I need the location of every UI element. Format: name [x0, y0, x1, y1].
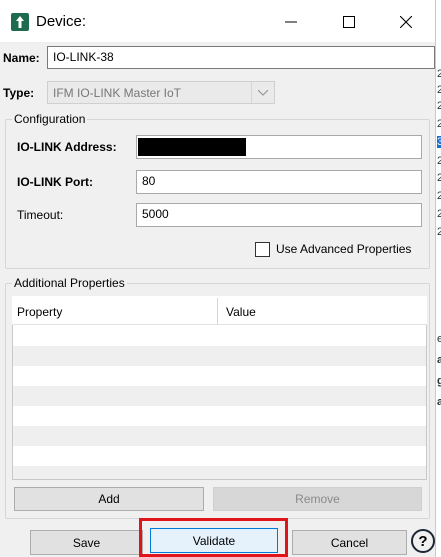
bg-text: 2	[437, 118, 441, 130]
bg-text: 2	[437, 172, 441, 184]
bg-text: 3	[437, 136, 441, 148]
io-link-port-input[interactable]: 80	[136, 170, 422, 194]
bg-text: 2	[437, 208, 441, 220]
bg-text: 2	[437, 155, 441, 167]
bg-text: 2	[437, 100, 441, 112]
additional-properties-legend: Additional Properties	[12, 276, 127, 290]
bg-text: e	[437, 333, 441, 345]
maximize-button[interactable]	[320, 0, 378, 43]
column-header-value[interactable]: Value	[226, 305, 256, 319]
bg-text: 2	[437, 68, 441, 80]
type-label: Type:	[3, 86, 35, 100]
io-link-address-label: IO-LINK Address:	[17, 140, 117, 154]
table-row[interactable]	[13, 406, 426, 426]
cancel-button[interactable]: Cancel	[292, 530, 407, 555]
maximize-icon	[343, 15, 355, 28]
save-button[interactable]: Save	[30, 530, 143, 555]
column-header-property[interactable]: Property	[17, 305, 62, 319]
help-icon[interactable]: ?	[411, 529, 435, 553]
device-app-icon	[11, 13, 29, 31]
bg-text: a	[437, 354, 441, 366]
table-row[interactable]	[13, 426, 426, 446]
column-divider[interactable]	[217, 298, 218, 324]
add-button[interactable]: Add	[14, 487, 204, 511]
io-link-port-label: IO-LINK Port:	[17, 175, 93, 189]
background-window-strip: 2 2 2 2 3 2 2 2 2 2 e a g a	[435, 0, 441, 557]
table-header	[12, 296, 427, 325]
bg-text: g	[437, 375, 441, 387]
type-select[interactable]: IFM IO-LINK Master IoT	[47, 81, 275, 104]
close-icon	[400, 15, 412, 28]
bg-text: 2	[437, 190, 441, 202]
remove-button[interactable]: Remove	[213, 487, 422, 511]
name-input[interactable]: IO-LINK-38	[47, 46, 435, 69]
name-label: Name:	[3, 51, 40, 65]
bg-text: 2	[437, 226, 441, 238]
advanced-properties-checkbox[interactable]	[255, 242, 270, 257]
minimize-icon	[285, 21, 297, 22]
type-select-value: IFM IO-LINK Master IoT	[53, 86, 182, 100]
redaction-block	[138, 138, 246, 156]
table-row[interactable]	[13, 346, 426, 366]
bg-text: 2	[437, 84, 441, 96]
validate-button[interactable]: Validate	[150, 528, 278, 553]
table-row[interactable]	[13, 386, 426, 406]
timeout-input[interactable]: 5000	[136, 203, 422, 227]
table-row[interactable]	[13, 446, 426, 466]
table-row[interactable]	[13, 366, 426, 386]
bg-text: a	[437, 396, 441, 408]
table-row[interactable]	[13, 466, 426, 479]
window-title: Device:	[36, 13, 87, 30]
table-row[interactable]	[13, 326, 426, 346]
timeout-label: Timeout:	[17, 208, 64, 222]
advanced-properties-label: Use Advanced Properties	[276, 242, 412, 256]
close-button[interactable]	[377, 0, 435, 43]
minimize-button[interactable]	[262, 0, 320, 43]
configuration-legend: Configuration	[12, 112, 88, 126]
chevron-down-icon	[251, 82, 274, 103]
